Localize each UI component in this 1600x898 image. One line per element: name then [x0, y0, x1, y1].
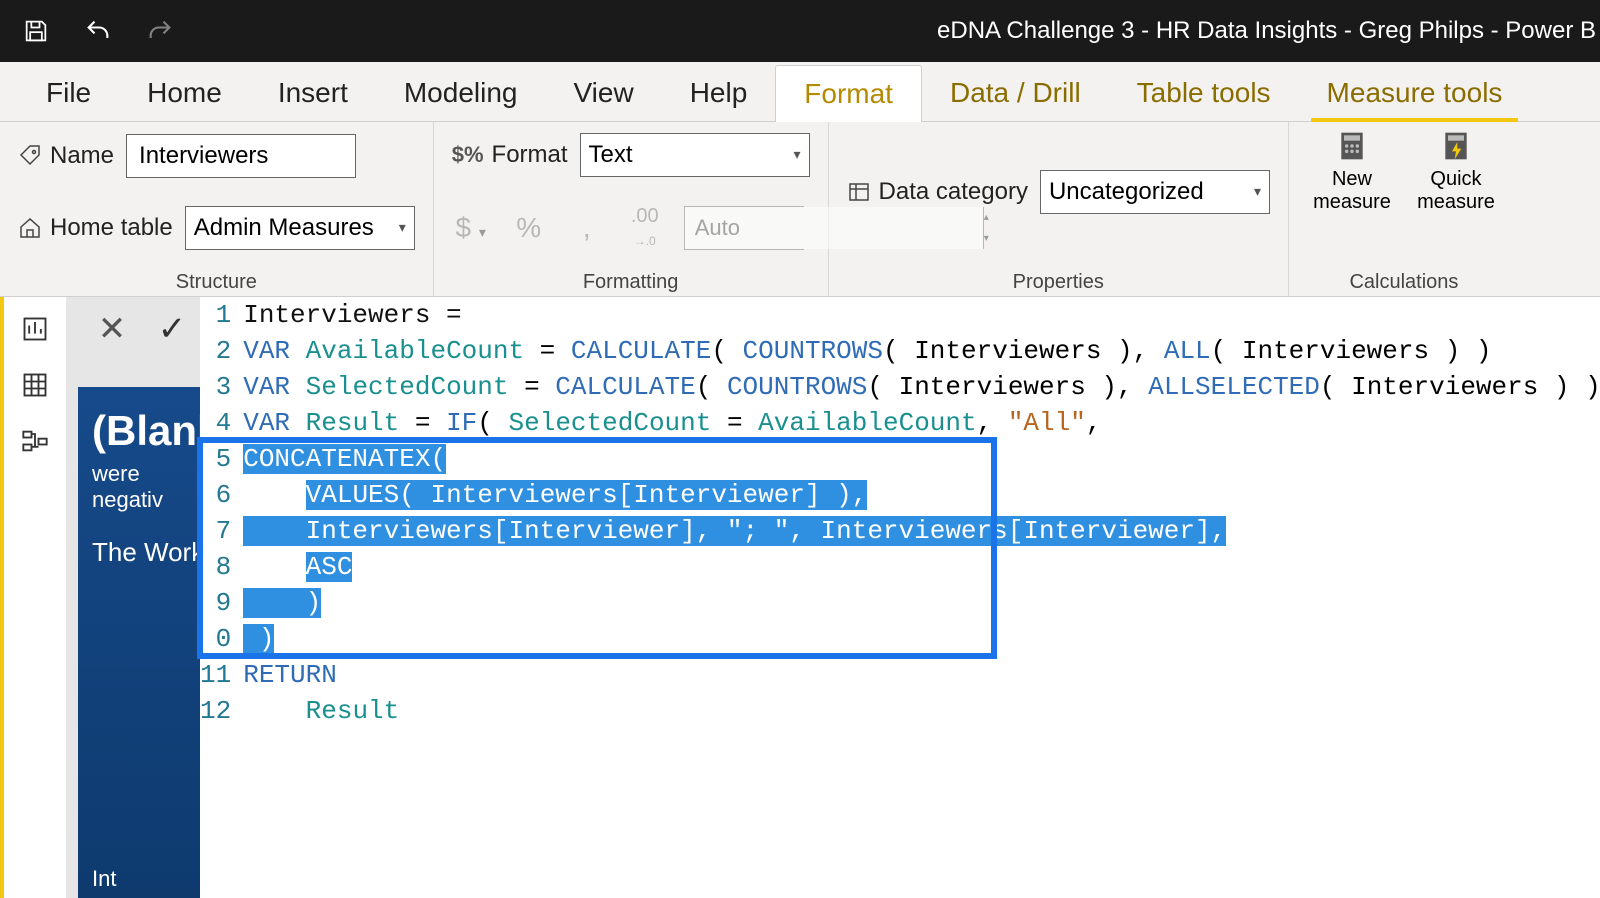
tag-icon [18, 144, 42, 168]
ribbon-group-structure: Name Home table Admin Measures▾ Structur… [0, 122, 434, 296]
data-category-select[interactable]: Uncategorized▾ [1040, 170, 1270, 214]
name-label: Name [18, 142, 114, 170]
tab-data-drill[interactable]: Data / Drill [922, 65, 1109, 121]
report-view-icon[interactable] [21, 315, 49, 343]
chevron-down-icon: ▾ [794, 146, 801, 163]
work-text: The Worki [92, 537, 210, 568]
ribbon: Name Home table Admin Measures▾ Structur… [0, 122, 1600, 297]
calculator-lightning-icon [1440, 130, 1472, 162]
commit-formula-icon[interactable]: ✓ [152, 309, 192, 349]
tab-measure-tools[interactable]: Measure tools [1299, 65, 1531, 121]
decimal-places-spinner[interactable]: ▴▾ [684, 206, 804, 250]
code-line: Interviewers[Interviewer], "; ", Intervi… [243, 513, 1600, 549]
formula-bar-controls: ✕ ✓ [66, 309, 192, 349]
code-content[interactable]: Interviewers = VAR AvailableCount = CALC… [237, 297, 1600, 729]
group-label-formatting: Formatting [452, 271, 810, 294]
window-title: eDNA Challenge 3 - HR Data Insights - Gr… [176, 17, 1600, 45]
tab-help[interactable]: Help [662, 65, 776, 121]
code-line: VAR Result = IF( SelectedCount = Availab… [243, 405, 1600, 441]
int-text: Int [92, 866, 116, 892]
save-icon[interactable] [20, 15, 52, 47]
format-label: $% Format [452, 141, 568, 169]
undo-icon[interactable] [82, 15, 114, 47]
code-line: Result [243, 693, 1600, 729]
code-line: VAR AvailableCount = CALCULATE( COUNTROW… [243, 333, 1600, 369]
data-category-label: Data category [847, 178, 1028, 206]
format-symbol-icon: $% [452, 142, 484, 168]
code-line: Interviewers = [243, 297, 1600, 333]
title-bar: eDNA Challenge 3 - HR Data Insights - Gr… [0, 0, 1600, 62]
chevron-down-icon: ▾ [399, 219, 406, 236]
home-table-select[interactable]: Admin Measures▾ [185, 206, 415, 250]
negative-text: were negativ [92, 461, 210, 513]
decimal-places-input[interactable] [685, 207, 983, 249]
decimal-button[interactable]: .00→.0 [626, 205, 664, 251]
code-line: VAR SelectedCount = CALCULATE( COUNTROWS… [243, 369, 1600, 405]
ribbon-group-calculations: New measure Quick measure Calculations [1289, 122, 1519, 296]
format-select[interactable]: Text▾ [580, 133, 810, 177]
home-table-label: Home table [18, 214, 173, 242]
report-canvas: ✕ ✓ (Blank) were negativ The Worki Int 1… [66, 297, 1600, 898]
thousands-button[interactable]: , [568, 212, 606, 244]
quick-access-toolbar [0, 15, 176, 47]
code-line: VALUES( Interviewers[Interviewer] ), [243, 477, 1600, 513]
calculator-icon [1336, 130, 1368, 162]
spinner-up-icon[interactable]: ▴ [984, 207, 989, 228]
tab-modeling[interactable]: Modeling [376, 65, 546, 121]
tab-home[interactable]: Home [119, 65, 250, 121]
group-label-structure: Structure [18, 271, 415, 294]
redo-icon[interactable] [144, 15, 176, 47]
chevron-down-icon: ▾ [1254, 183, 1261, 200]
code-line: ) [243, 585, 1600, 621]
category-icon [847, 180, 871, 204]
tab-format[interactable]: Format [775, 65, 922, 122]
view-switcher [0, 297, 66, 898]
tab-view[interactable]: View [546, 65, 662, 121]
tab-insert[interactable]: Insert [250, 65, 376, 121]
new-measure-button[interactable]: New measure [1307, 130, 1397, 214]
blank-label: (Blank) [92, 407, 210, 455]
code-line: ASC [243, 549, 1600, 585]
line-number-gutter: 1 2 3 4 5 6 7 8 9 0 11 12 [200, 297, 237, 729]
percent-button[interactable]: % [510, 212, 548, 244]
code-line: ) [243, 621, 1600, 657]
spinner-down-icon[interactable]: ▾ [984, 228, 989, 249]
data-view-icon[interactable] [21, 371, 49, 399]
group-label-calculations: Calculations [1307, 271, 1501, 294]
quick-measure-button[interactable]: Quick measure [1411, 130, 1501, 214]
code-line: RETURN [243, 657, 1600, 693]
model-view-icon[interactable] [21, 427, 49, 455]
group-label-properties: Properties [847, 271, 1270, 294]
tab-table-tools[interactable]: Table tools [1109, 65, 1299, 121]
ribbon-group-formatting: $% Format Text▾ $ ▾ % , .00→.0 ▴▾ Format… [434, 122, 829, 296]
home-icon [18, 216, 42, 240]
dax-editor[interactable]: 1 2 3 4 5 6 7 8 9 0 11 12 Interviewers =… [200, 297, 1600, 898]
report-visual-background: (Blank) were negativ The Worki Int [78, 387, 218, 898]
ribbon-tabs: File Home Insert Modeling View Help Form… [0, 62, 1600, 122]
measure-name-input[interactable] [126, 134, 356, 178]
cancel-formula-icon[interactable]: ✕ [92, 309, 132, 349]
currency-button[interactable]: $ ▾ [452, 212, 490, 244]
code-line: CONCATENATEX( [243, 441, 1600, 477]
work-area: ✕ ✓ (Blank) were negativ The Worki Int 1… [0, 297, 1600, 898]
tab-file[interactable]: File [18, 65, 119, 121]
